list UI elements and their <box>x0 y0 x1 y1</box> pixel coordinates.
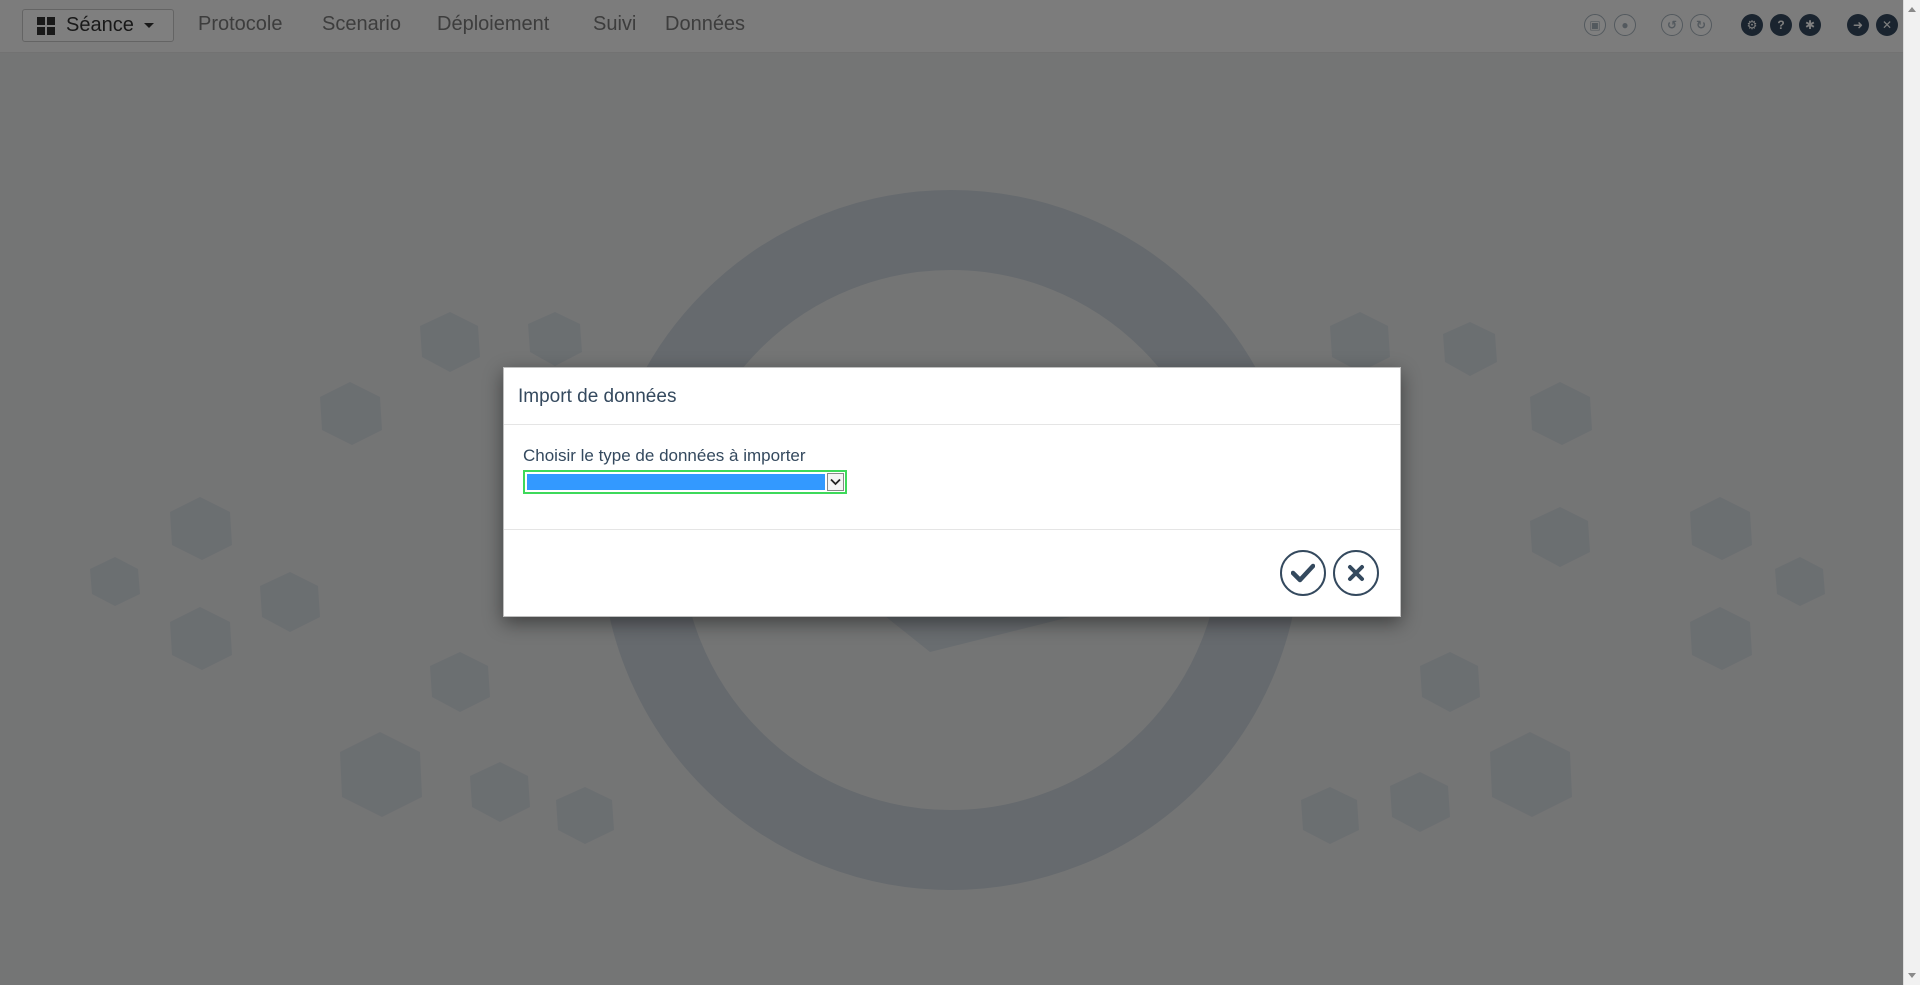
check-icon <box>1291 563 1315 583</box>
import-data-dialog: Import de données Choisir le type de don… <box>503 367 1401 617</box>
dialog-body: Choisir le type de données à importer <box>504 425 1400 530</box>
dialog-header: Import de données <box>504 368 1400 425</box>
chevron-down-icon[interactable] <box>827 473 844 491</box>
select-highlight <box>527 474 825 490</box>
scroll-up-icon[interactable] <box>1908 7 1916 12</box>
data-type-select[interactable] <box>523 470 847 494</box>
cancel-button[interactable] <box>1333 550 1379 596</box>
scroll-down-icon[interactable] <box>1908 973 1916 978</box>
page-scrollbar[interactable] <box>1903 0 1920 985</box>
confirm-button[interactable] <box>1280 550 1326 596</box>
close-icon <box>1348 565 1364 581</box>
data-type-label: Choisir le type de données à importer <box>523 446 806 465</box>
dialog-title: Import de données <box>518 386 677 407</box>
dialog-footer <box>504 530 1400 616</box>
